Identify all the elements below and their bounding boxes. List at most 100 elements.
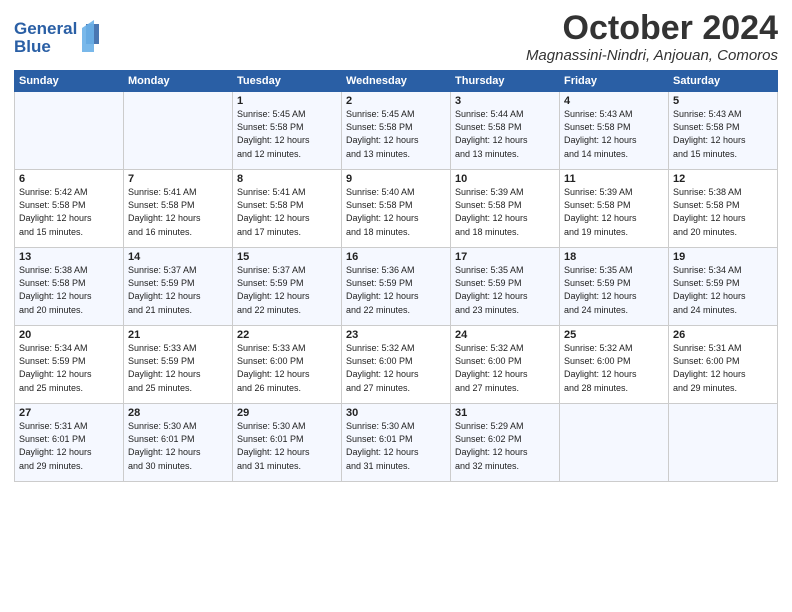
location-title: Magnassini-Nindri, Anjouan, Comoros: [526, 47, 778, 64]
day-info: Sunrise: 5:34 AMSunset: 5:59 PMDaylight:…: [673, 264, 773, 316]
day-number: 25: [564, 329, 664, 341]
day-cell: 21Sunrise: 5:33 AMSunset: 5:59 PMDayligh…: [124, 326, 233, 404]
calendar-page: General Blue October 2024 Magnassini-Nin…: [0, 0, 792, 492]
day-number: 20: [19, 329, 119, 341]
day-number: 22: [237, 329, 337, 341]
logo-icon: General Blue: [14, 14, 104, 58]
day-cell: [124, 92, 233, 170]
day-info: Sunrise: 5:36 AMSunset: 5:59 PMDaylight:…: [346, 264, 446, 316]
day-cell: 18Sunrise: 5:35 AMSunset: 5:59 PMDayligh…: [560, 248, 669, 326]
day-info: Sunrise: 5:31 AMSunset: 6:00 PMDaylight:…: [673, 342, 773, 394]
day-cell: 25Sunrise: 5:32 AMSunset: 6:00 PMDayligh…: [560, 326, 669, 404]
header-cell-saturday: Saturday: [669, 71, 778, 92]
day-info: Sunrise: 5:34 AMSunset: 5:59 PMDaylight:…: [19, 342, 119, 394]
day-number: 13: [19, 251, 119, 263]
day-number: 29: [237, 407, 337, 419]
header-cell-friday: Friday: [560, 71, 669, 92]
day-number: 11: [564, 173, 664, 185]
day-number: 18: [564, 251, 664, 263]
day-cell: 4Sunrise: 5:43 AMSunset: 5:58 PMDaylight…: [560, 92, 669, 170]
day-number: 26: [673, 329, 773, 341]
day-cell: 14Sunrise: 5:37 AMSunset: 5:59 PMDayligh…: [124, 248, 233, 326]
day-number: 4: [564, 95, 664, 107]
day-number: 28: [128, 407, 228, 419]
day-info: Sunrise: 5:38 AMSunset: 5:58 PMDaylight:…: [673, 186, 773, 238]
day-cell: 9Sunrise: 5:40 AMSunset: 5:58 PMDaylight…: [342, 170, 451, 248]
day-info: Sunrise: 5:32 AMSunset: 6:00 PMDaylight:…: [564, 342, 664, 394]
day-number: 10: [455, 173, 555, 185]
day-info: Sunrise: 5:41 AMSunset: 5:58 PMDaylight:…: [237, 186, 337, 238]
day-number: 8: [237, 173, 337, 185]
day-cell: 31Sunrise: 5:29 AMSunset: 6:02 PMDayligh…: [451, 404, 560, 482]
day-info: Sunrise: 5:39 AMSunset: 5:58 PMDaylight:…: [455, 186, 555, 238]
calendar-table: SundayMondayTuesdayWednesdayThursdayFrid…: [14, 70, 778, 482]
day-cell: 7Sunrise: 5:41 AMSunset: 5:58 PMDaylight…: [124, 170, 233, 248]
day-info: Sunrise: 5:43 AMSunset: 5:58 PMDaylight:…: [673, 108, 773, 160]
day-info: Sunrise: 5:32 AMSunset: 6:00 PMDaylight:…: [346, 342, 446, 394]
day-cell: 6Sunrise: 5:42 AMSunset: 5:58 PMDaylight…: [15, 170, 124, 248]
header-cell-tuesday: Tuesday: [233, 71, 342, 92]
day-number: 30: [346, 407, 446, 419]
day-cell: 28Sunrise: 5:30 AMSunset: 6:01 PMDayligh…: [124, 404, 233, 482]
day-info: Sunrise: 5:45 AMSunset: 5:58 PMDaylight:…: [346, 108, 446, 160]
day-number: 23: [346, 329, 446, 341]
day-number: 5: [673, 95, 773, 107]
day-number: 7: [128, 173, 228, 185]
day-cell: [15, 92, 124, 170]
day-info: Sunrise: 5:31 AMSunset: 6:01 PMDaylight:…: [19, 420, 119, 472]
day-info: Sunrise: 5:30 AMSunset: 6:01 PMDaylight:…: [128, 420, 228, 472]
day-number: 31: [455, 407, 555, 419]
day-number: 3: [455, 95, 555, 107]
day-cell: 13Sunrise: 5:38 AMSunset: 5:58 PMDayligh…: [15, 248, 124, 326]
day-cell: 23Sunrise: 5:32 AMSunset: 6:00 PMDayligh…: [342, 326, 451, 404]
day-number: 12: [673, 173, 773, 185]
logo: General Blue: [14, 14, 104, 63]
day-info: Sunrise: 5:42 AMSunset: 5:58 PMDaylight:…: [19, 186, 119, 238]
day-cell: 30Sunrise: 5:30 AMSunset: 6:01 PMDayligh…: [342, 404, 451, 482]
day-info: Sunrise: 5:38 AMSunset: 5:58 PMDaylight:…: [19, 264, 119, 316]
day-cell: 26Sunrise: 5:31 AMSunset: 6:00 PMDayligh…: [669, 326, 778, 404]
day-number: 24: [455, 329, 555, 341]
day-number: 14: [128, 251, 228, 263]
day-info: Sunrise: 5:44 AMSunset: 5:58 PMDaylight:…: [455, 108, 555, 160]
week-row-4: 20Sunrise: 5:34 AMSunset: 5:59 PMDayligh…: [15, 326, 778, 404]
day-cell: 19Sunrise: 5:34 AMSunset: 5:59 PMDayligh…: [669, 248, 778, 326]
day-number: 2: [346, 95, 446, 107]
day-info: Sunrise: 5:30 AMSunset: 6:01 PMDaylight:…: [237, 420, 337, 472]
day-cell: 20Sunrise: 5:34 AMSunset: 5:59 PMDayligh…: [15, 326, 124, 404]
day-cell: 10Sunrise: 5:39 AMSunset: 5:58 PMDayligh…: [451, 170, 560, 248]
header-row: SundayMondayTuesdayWednesdayThursdayFrid…: [15, 71, 778, 92]
day-info: Sunrise: 5:40 AMSunset: 5:58 PMDaylight:…: [346, 186, 446, 238]
week-row-1: 1 Sunrise: 5:45 AMSunset: 5:58 PMDaylight…: [15, 92, 778, 170]
day-number: 21: [128, 329, 228, 341]
day-number: 17: [455, 251, 555, 263]
day-cell: 2Sunrise: 5:45 AMSunset: 5:58 PMDaylight…: [342, 92, 451, 170]
day-info: Sunrise: 5:32 AMSunset: 6:00 PMDaylight:…: [455, 342, 555, 394]
day-cell: 3Sunrise: 5:44 AMSunset: 5:58 PMDaylight…: [451, 92, 560, 170]
day-info: Sunrise: 5:39 AMSunset: 5:58 PMDaylight:…: [564, 186, 664, 238]
day-cell: 5Sunrise: 5:43 AMSunset: 5:58 PMDaylight…: [669, 92, 778, 170]
day-number: 6: [19, 173, 119, 185]
day-cell: 16Sunrise: 5:36 AMSunset: 5:59 PMDayligh…: [342, 248, 451, 326]
week-row-5: 27Sunrise: 5:31 AMSunset: 6:01 PMDayligh…: [15, 404, 778, 482]
day-info: Sunrise: 5:30 AMSunset: 6:01 PMDaylight:…: [346, 420, 446, 472]
day-cell: 1Sunrise: 5:45 AMSunset: 5:58 PMDaylight…: [233, 92, 342, 170]
week-row-2: 6Sunrise: 5:42 AMSunset: 5:58 PMDaylight…: [15, 170, 778, 248]
header-cell-thursday: Thursday: [451, 71, 560, 92]
svg-text:General: General: [14, 19, 77, 38]
title-area: October 2024 Magnassini-Nindri, Anjouan,…: [526, 10, 778, 64]
month-title: October 2024: [526, 10, 778, 47]
day-info: Sunrise: 5:29 AMSunset: 6:02 PMDaylight:…: [455, 420, 555, 472]
day-cell: 15Sunrise: 5:37 AMSunset: 5:59 PMDayligh…: [233, 248, 342, 326]
header-cell-monday: Monday: [124, 71, 233, 92]
week-row-3: 13Sunrise: 5:38 AMSunset: 5:58 PMDayligh…: [15, 248, 778, 326]
day-cell: 11Sunrise: 5:39 AMSunset: 5:58 PMDayligh…: [560, 170, 669, 248]
day-number: 27: [19, 407, 119, 419]
day-info: Sunrise: 5:35 AMSunset: 5:59 PMDaylight:…: [455, 264, 555, 316]
day-cell: 29Sunrise: 5:30 AMSunset: 6:01 PMDayligh…: [233, 404, 342, 482]
day-number: 1: [237, 95, 337, 107]
day-info: Sunrise: 5:41 AMSunset: 5:58 PMDaylight:…: [128, 186, 228, 238]
header-cell-sunday: Sunday: [15, 71, 124, 92]
day-cell: 8Sunrise: 5:41 AMSunset: 5:58 PMDaylight…: [233, 170, 342, 248]
day-cell: 24Sunrise: 5:32 AMSunset: 6:00 PMDayligh…: [451, 326, 560, 404]
